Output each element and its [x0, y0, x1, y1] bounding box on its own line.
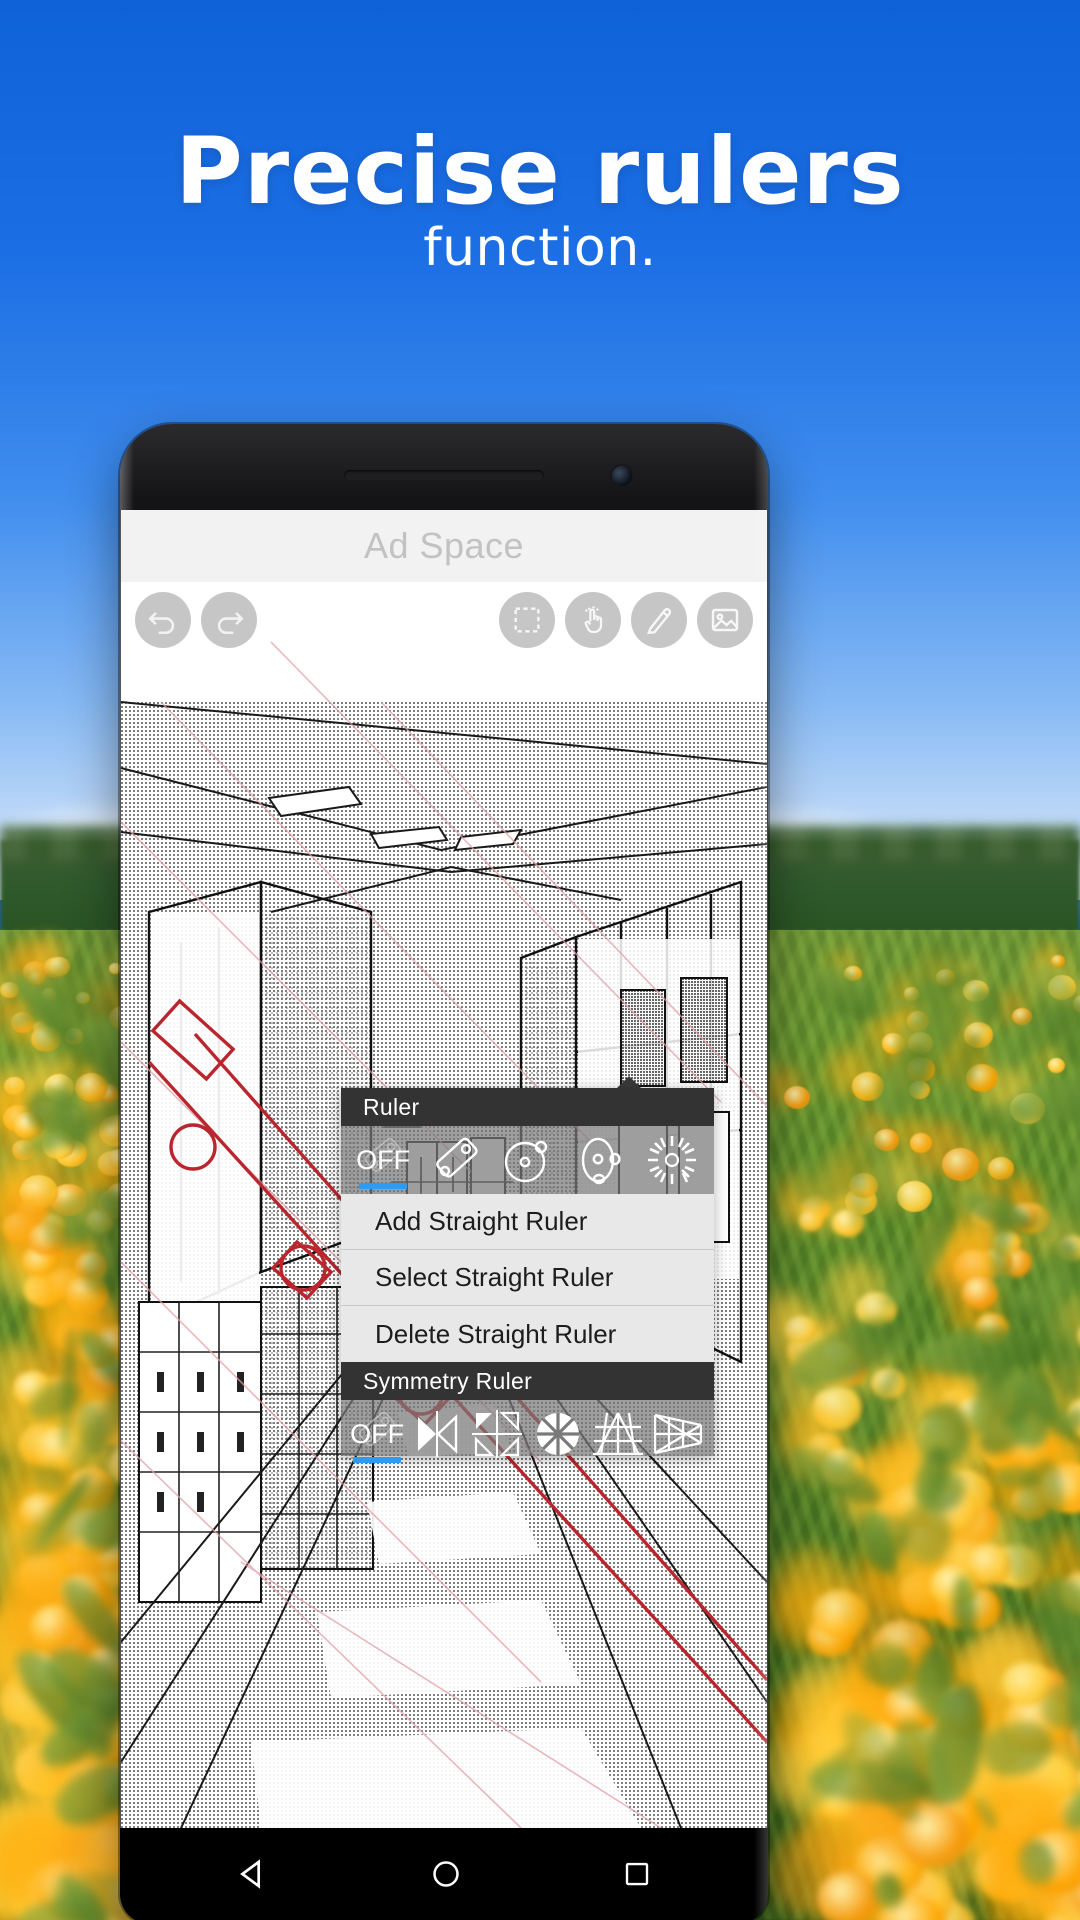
circle-ruler-icon — [505, 1140, 548, 1183]
pencil-ruler-icon — [647, 608, 672, 635]
straight-ruler-button[interactable] — [425, 1129, 485, 1191]
menu-item-select-straight-ruler[interactable]: Select Straight Ruler — [341, 1250, 714, 1306]
nav-back-button[interactable] — [236, 1857, 270, 1896]
ruler-off-label: OFF — [356, 1144, 411, 1175]
symmetry-off-button[interactable]: OFF — [347, 1403, 407, 1465]
ad-banner: Ad Space — [121, 510, 767, 582]
pencil-ruler-button[interactable] — [631, 592, 687, 648]
radial-eight-icon — [536, 1413, 579, 1455]
ruler-menu-list[interactable]: Add Straight Ruler Select Straight Ruler… — [341, 1194, 714, 1362]
symmetry-selected-indicator — [353, 1457, 402, 1463]
mirror-quad-button[interactable] — [467, 1403, 527, 1465]
marquee-select-icon — [514, 607, 540, 633]
app-toolbar[interactable] — [121, 582, 767, 658]
nav-home-button[interactable] — [430, 1858, 462, 1895]
radial-ruler-button[interactable] — [642, 1129, 702, 1191]
redo-button[interactable] — [201, 592, 257, 648]
ruler-section-header: Ruler — [341, 1088, 714, 1126]
earpiece-speaker — [344, 470, 544, 481]
page-subtitle: function. — [423, 218, 657, 278]
circle-icon — [433, 1860, 459, 1887]
image-icon — [711, 608, 739, 632]
perspective-one-point-button[interactable] — [588, 1403, 648, 1465]
perspective-one-point-icon — [592, 1412, 643, 1456]
hand-tap-icon — [584, 606, 603, 634]
redo-icon — [217, 612, 244, 635]
radial-ruler-icon — [647, 1136, 696, 1184]
ruler-off-button[interactable]: OFF — [353, 1129, 413, 1191]
marquee-select-button[interactable] — [499, 592, 555, 648]
image-button[interactable] — [697, 592, 753, 648]
triangle-left-icon — [240, 1858, 261, 1889]
nav-recents-button[interactable] — [622, 1859, 652, 1894]
symmetry-off-label: OFF — [350, 1418, 405, 1449]
undo-icon — [148, 612, 175, 635]
menu-item-add-straight-ruler[interactable]: Add Straight Ruler — [341, 1194, 714, 1250]
ruler-popup-panel[interactable]: Ruler OFF Add Straight Ruler Select Stra… — [341, 1088, 714, 1463]
front-camera — [612, 466, 632, 486]
ellipse-ruler-button[interactable] — [570, 1129, 630, 1191]
perspective-two-point-button[interactable] — [648, 1403, 708, 1465]
symmetry-mode-row[interactable]: OFF — [341, 1400, 714, 1468]
ruler-mode-row[interactable]: OFF — [341, 1126, 714, 1194]
straight-ruler-icon — [436, 1137, 478, 1178]
ruler-selected-indicator — [359, 1183, 408, 1189]
circle-ruler-button[interactable] — [497, 1129, 557, 1191]
menu-item-delete-straight-ruler[interactable]: Delete Straight Ruler — [341, 1306, 714, 1362]
radial-eight-button[interactable] — [528, 1403, 588, 1465]
phone-screen: Ad Space Ruler OFF Add Straight Ruler Se… — [121, 510, 767, 1828]
android-nav-bar[interactable] — [120, 1828, 768, 1920]
undo-button[interactable] — [135, 592, 191, 648]
phone-mockup: Ad Space Ruler OFF Add Straight Ruler Se… — [120, 424, 768, 1920]
perspective-two-point-icon — [653, 1413, 702, 1455]
mirror-vertical-button[interactable] — [407, 1403, 467, 1465]
hand-tool-button[interactable] — [565, 592, 621, 648]
symmetry-section-header: Symmetry Ruler — [341, 1362, 714, 1400]
mirror-vertical-icon — [418, 1411, 458, 1457]
ellipse-ruler-icon — [581, 1137, 621, 1185]
square-icon — [625, 1862, 649, 1885]
mirror-quad-icon — [472, 1410, 523, 1458]
page-title: Precise rulers — [175, 118, 905, 225]
